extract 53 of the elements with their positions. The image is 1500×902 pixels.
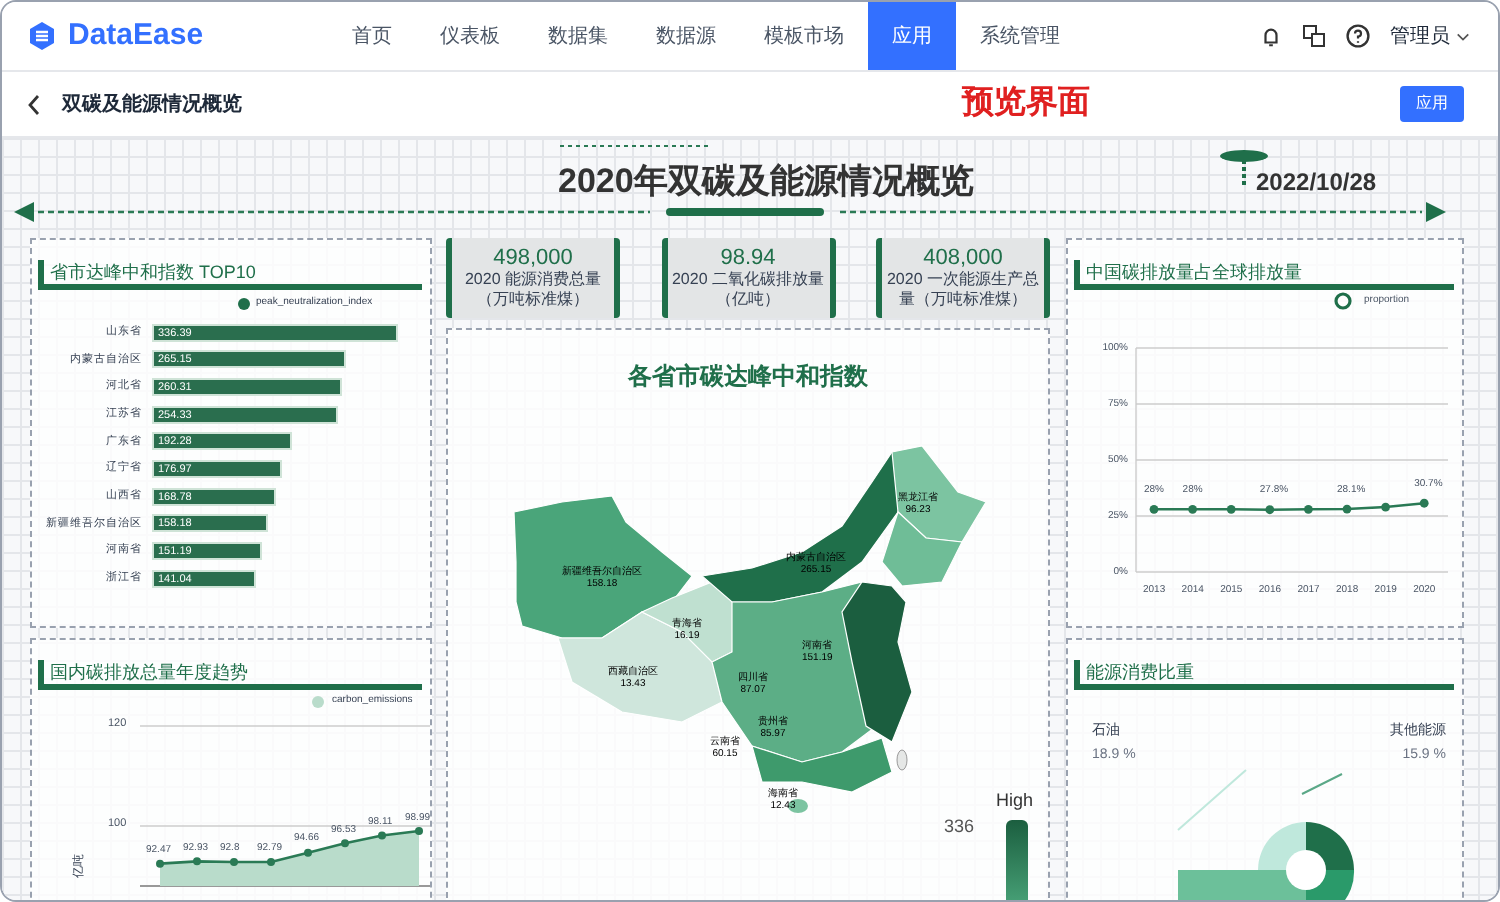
data-point — [193, 857, 201, 866]
data-point — [415, 827, 423, 836]
data-point — [341, 839, 349, 848]
data-point — [1304, 504, 1313, 514]
data-point — [378, 831, 386, 840]
preview-annotation: 预览界面 — [962, 83, 1090, 124]
data-point — [304, 848, 312, 857]
translate-icon[interactable] — [1302, 24, 1326, 48]
app-logo-text: DataEase — [68, 15, 204, 56]
data-point — [1381, 502, 1390, 512]
kpi-label: 2020 能源消费总量（万吨标准煤） — [462, 270, 604, 310]
data-point — [1265, 505, 1275, 515]
apply-button[interactable]: 应用 — [1400, 86, 1464, 122]
nav-tab[interactable]: 数据集 — [524, 2, 632, 70]
data-point — [1419, 498, 1429, 508]
kpi-value: 498,000 — [493, 246, 573, 270]
legend-ring-icon — [1334, 292, 1352, 310]
nav-tab[interactable]: 仪表板 — [416, 2, 524, 70]
data-point — [1226, 504, 1236, 514]
bell-icon[interactable] — [1260, 25, 1282, 47]
data-point — [1342, 504, 1352, 514]
data-point — [267, 858, 275, 867]
chevron-down-icon — [1456, 31, 1470, 41]
nav-tab[interactable]: 应用 — [868, 2, 956, 70]
panel-title: 中国碳排放量占全球排放量 — [1074, 260, 1454, 290]
data-point — [230, 858, 238, 866]
data-point — [156, 859, 164, 868]
kpi-value: 408,000 — [923, 246, 1003, 270]
nav-tab[interactable]: 模板市场 — [740, 2, 868, 70]
panel-title: 能源消费比重 — [1074, 660, 1454, 690]
panel-title: 国内碳排放总量年度趋势 — [38, 660, 422, 690]
legend-label: High — [996, 788, 1034, 814]
color-scale-bar — [1006, 820, 1028, 900]
kpi-label: 2020 一次能源生产总量（万吨标准煤） — [886, 270, 1040, 310]
kpi-label: 2020 二氧化碳排放量（亿吨） — [671, 270, 825, 310]
back-icon[interactable] — [26, 93, 42, 115]
legend-dot-icon — [238, 297, 250, 310]
kpi-value: 98.94 — [720, 246, 776, 270]
nav-tab[interactable]: 数据源 — [632, 2, 740, 70]
hexagon-logo-icon — [26, 20, 58, 52]
page-title: 双碳及能源情况概览 — [62, 91, 242, 119]
data-point — [1149, 504, 1159, 514]
nav-tab[interactable]: 首页 — [328, 2, 416, 70]
map-title: 各省市碳达峰中和指数 — [626, 360, 870, 394]
panel-title: 省市达峰中和指数 TOP10 — [38, 260, 422, 290]
user-menu[interactable]: 管理员 — [1390, 21, 1470, 51]
legend-dot-icon — [312, 695, 324, 708]
nav-tab[interactable]: 系统管理 — [956, 2, 1084, 70]
legend-value: 336 — [944, 814, 975, 840]
dashboard-title: 2020年双碳及能源情况概览 — [558, 160, 974, 204]
help-icon[interactable] — [1346, 24, 1370, 48]
dashboard-date: 2022/10/28 — [1256, 166, 1377, 200]
data-point — [1188, 504, 1197, 514]
